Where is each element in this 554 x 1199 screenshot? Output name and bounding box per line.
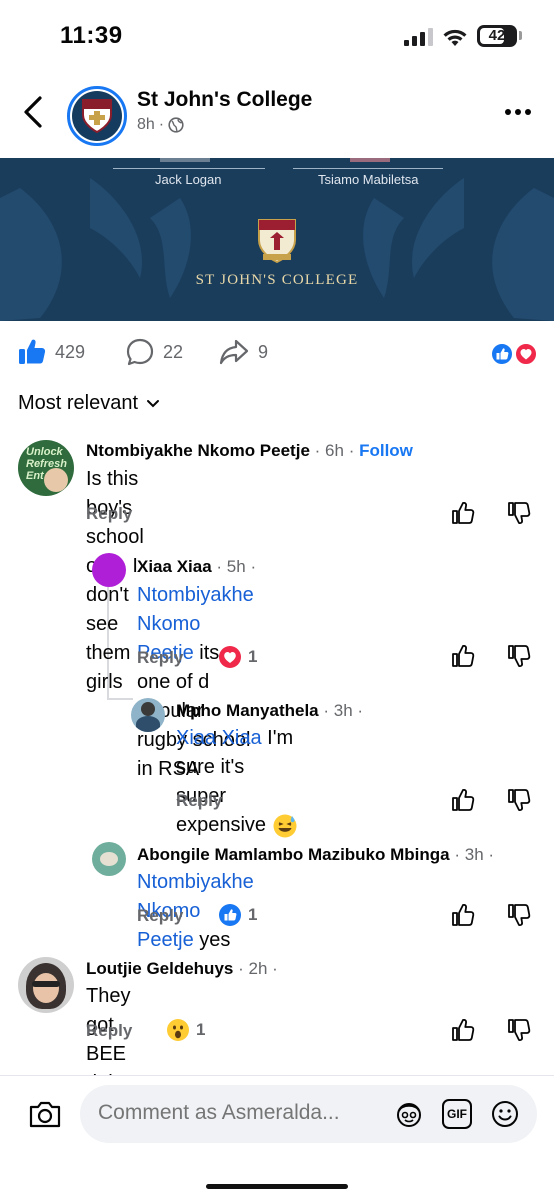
sort-label: Most relevant xyxy=(18,392,139,414)
comment-count-button[interactable]: 22 xyxy=(125,337,183,367)
sweat-smile-emoji-icon xyxy=(273,814,297,837)
chevron-down-icon xyxy=(147,399,160,407)
thumbs-up-icon[interactable] xyxy=(450,1017,476,1043)
comment-text: Xiaa Xiaa I'm sure it's super expensive xyxy=(176,724,298,840)
reply-button[interactable]: Reply xyxy=(137,648,183,668)
like-count: 429 xyxy=(55,341,86,362)
avatar-text: Unlock xyxy=(26,446,63,458)
battery-indicator: 42 xyxy=(477,25,517,47)
comment-author[interactable]: Abongile Mamlambo Mazibuko Mbinga xyxy=(137,845,450,864)
reaction-count[interactable]: 1 xyxy=(218,645,257,669)
comment-text-line: expensive xyxy=(176,814,267,836)
like-reaction-icon xyxy=(219,904,241,926)
reaction-count[interactable]: 1 xyxy=(218,903,257,927)
banner-name-2: Tsiamo Mabiletsa xyxy=(318,172,419,187)
comment-author[interactable]: Xiaa Xiaa xyxy=(137,557,212,576)
cellular-signal-icon xyxy=(404,28,433,46)
comment-author[interactable]: Loutjie Geldehuys xyxy=(86,959,233,978)
gif-button[interactable]: GIF xyxy=(442,1099,472,1129)
commenter-avatar[interactable] xyxy=(92,842,126,876)
avatar-sticker-icon[interactable] xyxy=(394,1099,424,1129)
engagement-bar: 429 22 9 xyxy=(0,330,554,376)
camera-icon[interactable] xyxy=(27,1098,63,1130)
comment-icon xyxy=(126,338,154,366)
share-count: 9 xyxy=(258,341,269,362)
reaction-count-value: 1 xyxy=(196,1020,206,1039)
post-image[interactable]: Jack Logan Tsiamo Mabiletsa ST JOHN'S CO… xyxy=(0,158,554,321)
status-bar: 11:39 42 xyxy=(0,0,554,72)
reply-button[interactable]: Reply xyxy=(86,1021,132,1041)
globe-icon xyxy=(168,117,184,133)
page-name[interactable]: St John's College xyxy=(137,88,312,112)
thumbs-down-icon[interactable] xyxy=(506,787,532,813)
comment-author[interactable]: Mpho Manyathela xyxy=(176,701,319,720)
reaction-count-value: 1 xyxy=(248,905,258,924)
page-avatar[interactable] xyxy=(67,86,127,146)
reply-button[interactable]: Reply xyxy=(176,791,222,811)
follow-button[interactable]: Follow xyxy=(359,441,413,460)
comment-time: 3h xyxy=(333,701,353,720)
comment-count: 22 xyxy=(163,341,184,362)
banner-name-1: Jack Logan xyxy=(155,172,222,187)
reply-button[interactable]: Reply xyxy=(86,504,132,524)
comment-time: 3h xyxy=(464,845,484,864)
thumbs-down-icon[interactable] xyxy=(506,1017,532,1043)
commenter-avatar[interactable] xyxy=(18,957,74,1013)
comment-input[interactable] xyxy=(98,1101,378,1125)
comment-input-box[interactable]: GIF xyxy=(80,1085,537,1143)
post-meta: 8h · xyxy=(137,116,184,134)
thumbs-up-icon[interactable] xyxy=(450,500,476,526)
thumbs-down-icon[interactable] xyxy=(506,643,532,669)
emoji-icon[interactable] xyxy=(490,1099,520,1129)
comment-time: 2h xyxy=(248,959,268,978)
reaction-summary-icon[interactable] xyxy=(490,342,538,366)
status-time: 11:39 xyxy=(60,22,123,49)
college-crest-icon xyxy=(258,219,296,264)
wow-reaction-icon xyxy=(167,1019,189,1041)
share-count-button[interactable]: 9 xyxy=(218,337,268,367)
sort-dropdown[interactable]: Most relevant xyxy=(18,392,160,415)
share-icon xyxy=(219,339,249,365)
commenter-avatar[interactable]: Unlock Refresh Ent xyxy=(18,440,74,496)
thumbs-down-icon[interactable] xyxy=(506,902,532,928)
commenter-avatar[interactable] xyxy=(92,553,126,587)
reaction-count[interactable]: 1 xyxy=(166,1018,205,1042)
battery-level: 42 xyxy=(488,27,506,44)
thumbs-up-icon[interactable] xyxy=(450,902,476,928)
comment-author[interactable]: Ntombiyakhe Nkomo Peetje xyxy=(86,441,310,460)
reaction-count-value: 1 xyxy=(248,647,258,666)
banner-brand: ST JOHN'S COLLEGE xyxy=(195,272,359,288)
commenter-avatar[interactable] xyxy=(131,698,165,732)
reply-button[interactable]: Reply xyxy=(137,906,183,926)
like-count-button[interactable]: 429 xyxy=(17,337,85,367)
comment-composer: GIF xyxy=(0,1075,554,1199)
thumbs-up-icon[interactable] xyxy=(450,643,476,669)
wifi-icon xyxy=(443,29,467,46)
love-reaction-icon xyxy=(219,646,241,668)
home-indicator xyxy=(206,1184,348,1189)
back-arrow-icon[interactable] xyxy=(18,92,50,132)
post-header: St John's College 8h · xyxy=(0,72,554,158)
more-options-icon[interactable] xyxy=(500,100,536,124)
college-crest-icon xyxy=(82,99,112,134)
thumbs-up-icon[interactable] xyxy=(450,787,476,813)
comment-time: 5h xyxy=(226,557,246,576)
post-age: 8h xyxy=(137,116,155,133)
comment-text-line: yes xyxy=(193,929,231,951)
mention-link[interactable]: Xiaa Xiaa xyxy=(176,727,262,749)
like-icon xyxy=(19,339,46,364)
thread-connector xyxy=(107,698,133,700)
comment-time: 6h xyxy=(325,441,344,460)
thumbs-down-icon[interactable] xyxy=(506,500,532,526)
